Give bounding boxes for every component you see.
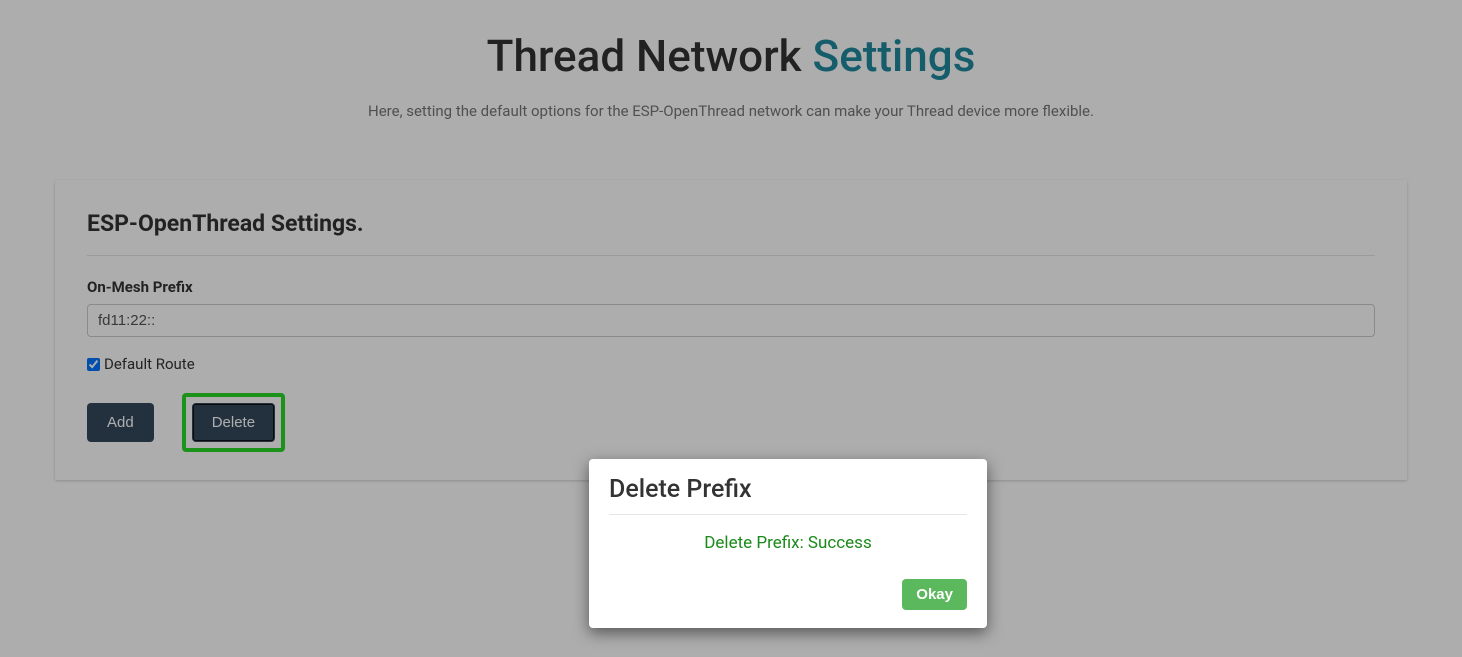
delete-prefix-modal: Delete Prefix Delete Prefix: Success Oka… (589, 459, 987, 628)
modal-message: Delete Prefix: Success (609, 533, 967, 553)
okay-button[interactable]: Okay (902, 579, 967, 610)
modal-title: Delete Prefix (609, 475, 967, 515)
